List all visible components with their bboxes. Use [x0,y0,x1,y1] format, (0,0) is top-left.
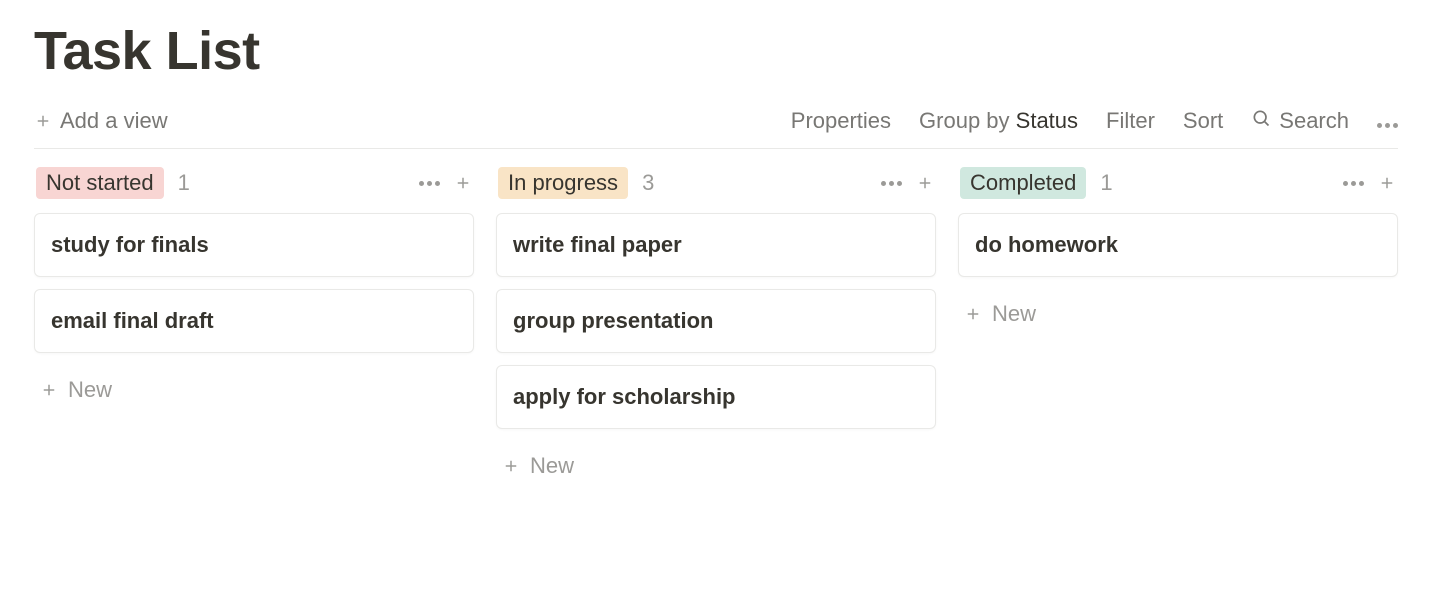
column-more-button[interactable] [1343,181,1364,186]
plus-icon [964,305,982,323]
column-header-left: In progress 3 [498,167,654,199]
add-view-button[interactable]: Add a view [34,108,168,134]
column-header-right [1343,174,1396,192]
sort-button[interactable]: Sort [1183,108,1223,134]
column-more-button[interactable] [419,181,440,186]
column-count: 3 [642,170,654,196]
new-card-button[interactable]: New [496,443,936,489]
card[interactable]: study for finals [34,213,474,277]
column-more-button[interactable] [881,181,902,186]
column-header-right [881,174,934,192]
column-header: In progress 3 [496,167,936,199]
column-count: 1 [178,170,190,196]
new-card-button[interactable]: New [34,367,474,413]
group-by-prefix: Group by [919,108,1016,133]
column-add-button[interactable] [916,174,934,192]
plus-icon [502,457,520,475]
status-badge[interactable]: In progress [498,167,628,199]
card[interactable]: do homework [958,213,1398,277]
column-header-right [419,174,472,192]
card[interactable]: email final draft [34,289,474,353]
column-header-left: Not started 1 [36,167,190,199]
group-by-value: Status [1016,108,1078,133]
new-label: New [68,377,112,403]
column-header: Not started 1 [34,167,474,199]
card[interactable]: group presentation [496,289,936,353]
card[interactable]: apply for scholarship [496,365,936,429]
column-header: Completed 1 [958,167,1398,199]
column-completed: Completed 1 do homework New [958,167,1398,489]
column-count: 1 [1100,170,1112,196]
column-in-progress: In progress 3 write final paper group pr… [496,167,936,489]
plus-icon [34,112,52,130]
board: Not started 1 study for finals email fin… [34,167,1398,489]
more-menu-button[interactable] [1377,108,1398,134]
new-card-button[interactable]: New [958,291,1398,337]
toolbar-left: Add a view [34,108,168,134]
column-not-started: Not started 1 study for finals email fin… [34,167,474,489]
status-badge[interactable]: Completed [960,167,1086,199]
toolbar: Add a view Properties Group by Status Fi… [34,108,1398,149]
column-add-button[interactable] [1378,174,1396,192]
properties-button[interactable]: Properties [791,108,891,134]
plus-icon [40,381,58,399]
column-add-button[interactable] [454,174,472,192]
search-icon [1251,108,1271,134]
new-label: New [992,301,1036,327]
status-badge[interactable]: Not started [36,167,164,199]
search-label: Search [1279,108,1349,134]
filter-button[interactable]: Filter [1106,108,1155,134]
card[interactable]: write final paper [496,213,936,277]
new-label: New [530,453,574,479]
toolbar-right: Properties Group by Status Filter Sort S… [791,108,1398,134]
dots-horizontal-icon [1377,123,1398,128]
column-header-left: Completed 1 [960,167,1113,199]
add-view-label: Add a view [60,108,168,134]
search-button[interactable]: Search [1251,108,1349,134]
page-title: Task List [34,20,1398,82]
group-by-button[interactable]: Group by Status [919,108,1078,134]
